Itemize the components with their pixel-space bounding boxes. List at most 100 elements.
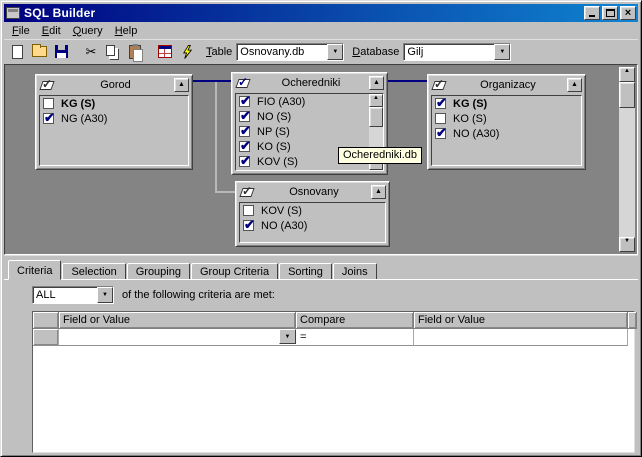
compare-cell[interactable]: = (296, 329, 414, 346)
tab-group-criteria[interactable]: Group Criteria (190, 263, 279, 280)
criteria-mode-dropdown-button[interactable]: ▼ (97, 287, 113, 303)
table-title: Ocheredniki (281, 77, 341, 89)
menu-edit[interactable]: Edit (36, 23, 67, 39)
field-row[interactable]: ✔ FIO (A30) (236, 94, 383, 109)
field-checkbox[interactable]: ✔ (43, 110, 55, 125)
field2-cell[interactable] (414, 329, 628, 346)
new-button[interactable] (6, 42, 28, 62)
database-combobox[interactable]: Gilj ▼ (403, 42, 512, 61)
table-panel-header[interactable]: ✓ Organizacy ▲ (428, 75, 585, 95)
row-selector-header (33, 312, 59, 329)
database-label: Database (352, 45, 400, 58)
field-checkbox[interactable]: ✔ (435, 113, 446, 124)
field-name: FIO (A30) (257, 95, 306, 108)
menu-query[interactable]: Query (67, 23, 109, 39)
menu-help[interactable]: Help (109, 23, 144, 39)
scroll-up-button[interactable]: ▲ (619, 67, 635, 82)
table-panel-organizacy[interactable]: ✓ Organizacy ▲ ✔ KG (S) ✔ KO (S) ✔ NO (A… (427, 74, 586, 170)
field-row[interactable]: ✔ NO (A30) (432, 125, 581, 141)
table-panel-gorod[interactable]: ✓ Gorod ▲ ✔ KG (S) ✔ NG (A30) (35, 74, 193, 170)
field-name: NO (S) (257, 110, 292, 123)
table-panel-header[interactable]: ✓ Osnovany ▲ (236, 182, 389, 202)
field-list: ✔ KG (S) ✔ KO (S) ✔ NO (A30) (431, 95, 582, 166)
field-name: NO (A30) (261, 219, 308, 232)
run-query-button[interactable] (176, 42, 198, 62)
query-diagram-area: ✓ Gorod ▲ ✔ KG (S) ✔ NG (A30) ✓ Ocheredn… (4, 64, 638, 255)
scrollbar-thumb[interactable] (369, 107, 383, 127)
table-check-icon: ✓ (239, 184, 255, 198)
table-title: Osnovany (289, 186, 339, 198)
field-checkbox[interactable]: ✔ (239, 123, 251, 138)
table-combobox-dropdown-button[interactable]: ▼ (327, 43, 344, 60)
tab-selection[interactable]: Selection (62, 263, 126, 280)
field-checkbox[interactable]: ✔ (435, 125, 447, 140)
field-row[interactable]: ✔ NO (S) (236, 108, 383, 124)
join-line-gorod-ocheredniki[interactable] (193, 80, 231, 82)
scrollbar-thumb[interactable] (619, 82, 635, 108)
window-title: SQL Builder (24, 6, 96, 20)
join-line-gorod-osnovany-vertical[interactable] (215, 82, 217, 192)
paste-button[interactable] (124, 42, 146, 62)
column-header-field-or-value-1: Field or Value (59, 312, 296, 329)
field-checkbox[interactable]: ✔ (243, 217, 255, 232)
minimize-icon (589, 15, 595, 17)
tab-grouping[interactable]: Grouping (126, 263, 190, 280)
database-combobox-dropdown-button[interactable]: ▼ (494, 43, 511, 60)
save-button[interactable] (50, 42, 72, 62)
collapse-panel-button[interactable]: ▲ (174, 78, 189, 92)
sql-table-icon (158, 45, 172, 58)
paste-clipboard-icon (129, 43, 143, 62)
table-panel-header[interactable]: ✓ Ocheredniki ▲ (232, 73, 387, 93)
field-checkbox[interactable]: ✔ (239, 108, 251, 123)
collapse-panel-button[interactable]: ▲ (369, 76, 384, 90)
cut-button[interactable]: ✂ (80, 42, 102, 62)
tab-joins[interactable]: Joins (332, 263, 377, 280)
criteria-mode-combobox[interactable]: ALL ▼ (32, 286, 114, 304)
field-row[interactable]: ✔ KG (S) (432, 96, 581, 111)
copy-button[interactable] (102, 42, 124, 62)
collapse-panel-button[interactable]: ▲ (567, 78, 582, 92)
scroll-up-button[interactable]: ▲ (369, 94, 383, 107)
field1-dropdown-button[interactable]: ▼ (279, 329, 296, 344)
field-row[interactable]: ✔ KG (S) (40, 96, 188, 111)
field-name: KG (S) (61, 97, 96, 110)
field-row[interactable]: ✔ NP (S) (236, 123, 383, 139)
scroll-down-button[interactable]: ▼ (619, 237, 635, 252)
table-panel-header[interactable]: ✓ Gorod ▲ (36, 75, 192, 95)
collapse-panel-button[interactable]: ▲ (371, 185, 386, 199)
open-button[interactable] (28, 42, 50, 62)
field-row[interactable]: ✔ NG (A30) (40, 110, 188, 126)
maximize-icon (605, 9, 615, 17)
save-disk-icon (54, 45, 68, 58)
field-checkbox[interactable]: ✔ (435, 96, 447, 110)
row-selector-cell[interactable] (33, 329, 59, 346)
table-combobox-value: Osnovany.db (240, 45, 305, 58)
column-header-compare: Compare (296, 312, 414, 329)
field1-cell[interactable]: ▼ (59, 329, 296, 346)
close-button[interactable]: × (620, 6, 636, 20)
tab-criteria[interactable]: Criteria (8, 260, 62, 280)
minimize-button[interactable] (584, 6, 600, 20)
table-check-icon: ✓ (431, 77, 447, 91)
table-label: Table (206, 45, 233, 58)
join-line-gorod-osnovany-horizontal[interactable] (215, 191, 235, 193)
menu-file[interactable]: File (6, 23, 36, 39)
maximize-button[interactable] (602, 6, 618, 20)
field-checkbox[interactable]: ✔ (239, 153, 251, 168)
field-row[interactable]: ✔ KO (S) (432, 111, 581, 126)
field-checkbox[interactable]: ✔ (243, 205, 254, 216)
field-checkbox[interactable]: ✔ (239, 94, 251, 108)
join-line-ocheredniki-organizacy[interactable] (388, 80, 427, 82)
field-checkbox[interactable]: ✔ (43, 98, 54, 109)
table-view-button[interactable] (154, 42, 176, 62)
tooltip: Ocheredniki.db (338, 147, 422, 164)
title-bar[interactable]: SQL Builder × (4, 4, 638, 22)
tab-sorting[interactable]: Sorting (279, 263, 332, 280)
field-row[interactable]: ✔ NO (A30) (240, 217, 385, 233)
field-row[interactable]: ✔ KOV (S) (240, 203, 385, 218)
field1-value[interactable] (59, 329, 279, 345)
table-panel-osnovany[interactable]: ✓ Osnovany ▲ ✔ KOV (S) ✔ NO (A30) (235, 181, 390, 247)
table-combobox[interactable]: Osnovany.db ▼ (236, 42, 345, 61)
diagram-scrollbar[interactable]: ▲ ▼ (619, 67, 635, 252)
field-checkbox[interactable]: ✔ (239, 138, 251, 153)
